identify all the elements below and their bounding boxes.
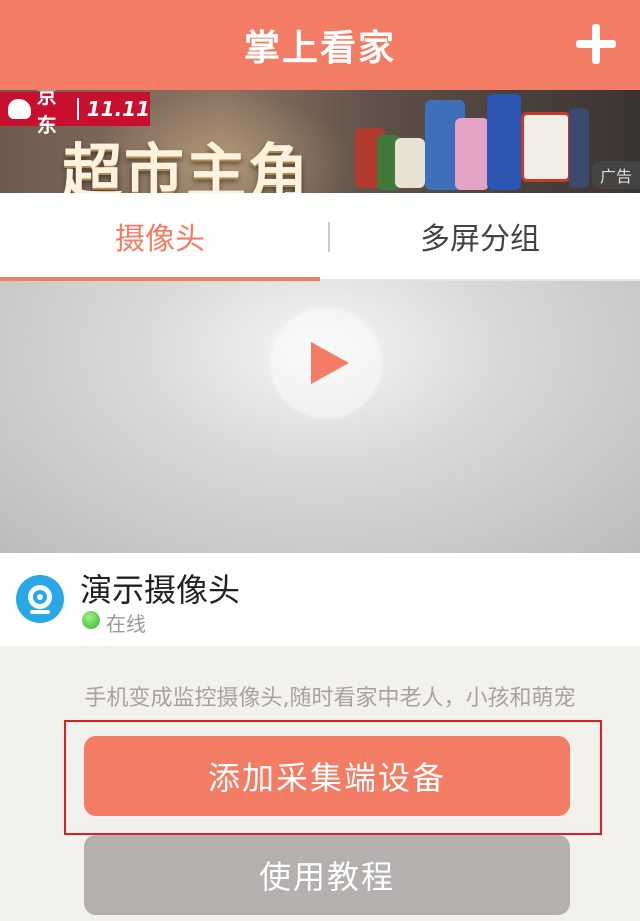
- add-capture-device-button[interactable]: 添加采集端设备: [84, 736, 570, 816]
- banner-slogan: 超市主角: [62, 138, 310, 193]
- product-pack-white: [395, 138, 425, 188]
- banner-sale-text: 11.11: [86, 97, 150, 121]
- jd-dog-icon: [8, 99, 31, 119]
- tab-cameras[interactable]: 摄像头: [0, 193, 320, 281]
- app-header: 掌上看家: [0, 0, 640, 90]
- tab-bar: 摄像头 多屏分组: [0, 193, 640, 281]
- product-bottle-blue2: [487, 94, 521, 190]
- tab-multi-screen-group[interactable]: 多屏分组: [320, 193, 640, 279]
- webcam-icon: [16, 575, 64, 623]
- product-bottle-pink: [455, 118, 489, 190]
- banner-products: [355, 90, 589, 193]
- camera-status: 在线: [106, 612, 146, 636]
- app-root: 掌上看家 京东 11.11 超市主角 广告 摄像头 多屏分组 演示摄像头 在线 …: [0, 0, 640, 921]
- banner-separator: [77, 98, 79, 120]
- plus-icon[interactable]: [576, 24, 616, 64]
- camera-name: 演示摄像头: [80, 571, 241, 609]
- product-dark: [569, 108, 589, 188]
- tutorial-button[interactable]: 使用教程: [84, 835, 570, 915]
- ad-banner[interactable]: 京东 11.11 超市主角 广告: [0, 90, 640, 193]
- ad-label: 广告: [591, 161, 640, 189]
- product-snack-box: [521, 112, 571, 182]
- page-title: 掌上看家: [243, 28, 396, 69]
- feature-hint: 手机变成监控摄像头,随时看家中老人，小孩和萌宠: [84, 686, 576, 711]
- banner-brand: 京东 11.11: [0, 90, 150, 137]
- tab-divider: [328, 222, 330, 252]
- play-icon[interactable]: [271, 308, 381, 418]
- online-status-icon: [82, 611, 100, 629]
